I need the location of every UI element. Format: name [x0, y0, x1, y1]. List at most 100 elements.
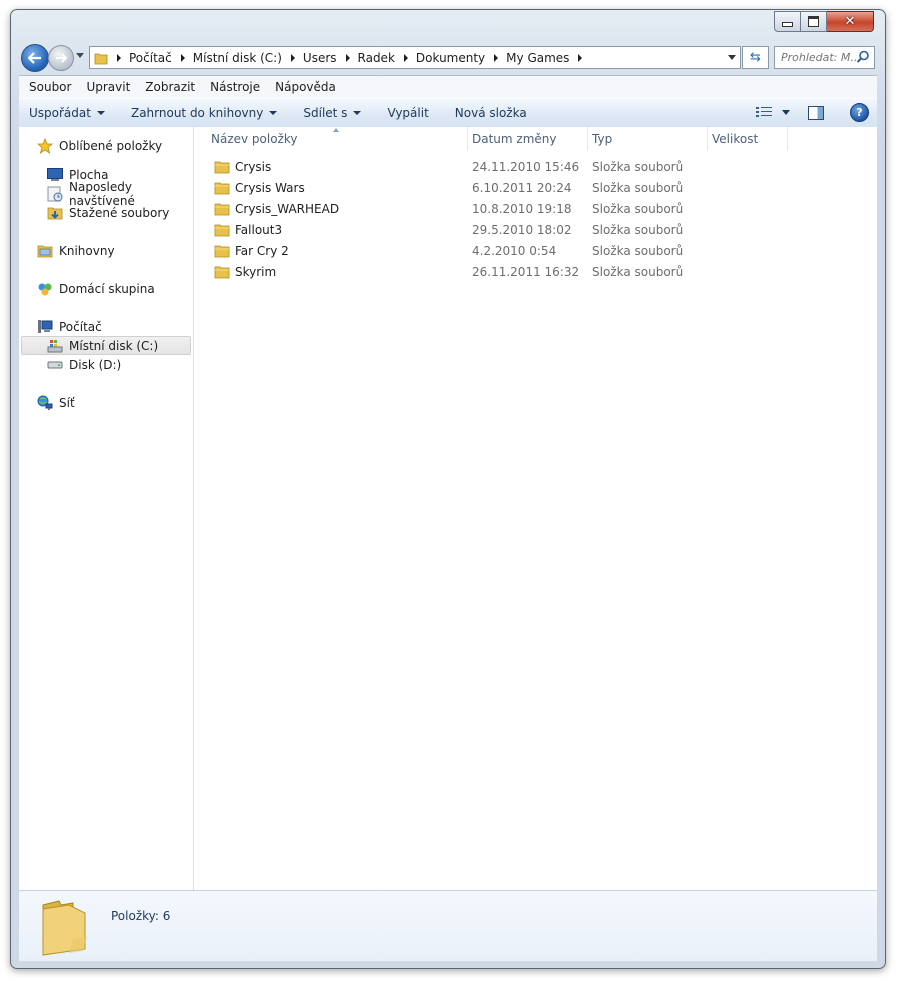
- nav-computer[interactable]: Počítač: [37, 317, 102, 336]
- maximize-icon: [808, 16, 819, 27]
- nav-downloads[interactable]: Stažené soubory: [47, 203, 169, 222]
- table-row[interactable]: Fallout3 29.5.2010 18:02 Složka souborů: [194, 220, 877, 241]
- chevron-down-icon: [353, 111, 362, 115]
- refresh-icon: ⇆: [750, 50, 761, 65]
- breadcrumb-separator-icon[interactable]: [290, 53, 295, 62]
- column-header-size[interactable]: Velikost: [712, 127, 758, 151]
- file-name-cell: Fallout3: [214, 223, 282, 237]
- file-date: 26.11.2011 16:32: [472, 265, 580, 279]
- breadcrumb-separator-icon[interactable]: [180, 53, 185, 62]
- column-divider[interactable]: [707, 127, 708, 151]
- table-row[interactable]: Skyrim 26.11.2011 16:32 Složka souborů: [194, 262, 877, 283]
- chevron-down-icon: [269, 111, 278, 115]
- menu-view[interactable]: Zobrazit: [145, 80, 195, 94]
- nav-recent[interactable]: Naposledy navštívené: [47, 180, 193, 208]
- back-button[interactable]: [21, 44, 49, 72]
- organize-button[interactable]: Uspořádat: [29, 106, 105, 120]
- file-name: Fallout3: [235, 223, 283, 237]
- folder-icon: [94, 53, 108, 64]
- breadcrumb-separator-icon[interactable]: [345, 53, 350, 62]
- column-header-size-label: Velikost: [712, 132, 759, 146]
- column-header-type-label: Typ: [592, 132, 613, 146]
- nav-libraries[interactable]: Knihovny: [37, 241, 115, 260]
- file-type: Složka souborů: [592, 181, 684, 195]
- forward-button[interactable]: [48, 45, 74, 71]
- table-row[interactable]: Crysis_WARHEAD 10.8.2010 19:18 Složka so…: [194, 199, 877, 220]
- nav-network-label: Síť: [59, 395, 75, 410]
- star-icon: [37, 137, 53, 154]
- change-view-button[interactable]: [756, 106, 790, 119]
- maximize-button[interactable]: [801, 11, 827, 32]
- search-box[interactable]: [774, 46, 875, 69]
- column-header-date[interactable]: Datum změny: [472, 127, 557, 151]
- nav-downloads-label: Stažené soubory: [69, 205, 170, 220]
- menu-help[interactable]: Nápověda: [275, 80, 336, 94]
- nav-drive-c[interactable]: Místní disk (C:): [21, 336, 191, 355]
- recent-pages-dropdown[interactable]: [76, 53, 84, 58]
- menu-bar: Soubor Upravit Zobrazit Nástroje Nápověd…: [19, 75, 877, 98]
- column-header-date-label: Datum změny: [472, 132, 557, 146]
- close-button[interactable]: ✕: [827, 11, 874, 32]
- breadcrumb-item-radek[interactable]: Radek: [358, 51, 395, 65]
- share-with-button[interactable]: Sdílet s: [303, 106, 362, 120]
- preview-pane-icon[interactable]: [808, 105, 824, 120]
- chevron-down-icon[interactable]: [782, 110, 790, 115]
- folder-icon: [214, 161, 230, 174]
- nav-drive-d[interactable]: Disk (D:): [47, 355, 121, 374]
- breadcrumb-item-drive-c[interactable]: Místní disk (C:): [193, 51, 282, 65]
- large-folder-icon: [42, 900, 87, 956]
- help-icon[interactable]: ?: [850, 103, 869, 122]
- nav-network[interactable]: Síť: [37, 393, 75, 412]
- burn-button[interactable]: Vypálit: [387, 106, 428, 120]
- table-row[interactable]: Crysis Wars 6.10.2011 20:24 Složka soubo…: [194, 178, 877, 199]
- breadcrumb-separator-icon[interactable]: [578, 53, 583, 62]
- breadcrumb-item-documents[interactable]: Dokumenty: [416, 51, 485, 65]
- new-folder-button[interactable]: Nová složka: [455, 106, 527, 120]
- search-input[interactable]: [775, 50, 861, 65]
- chevron-down-icon: [96, 111, 105, 115]
- item-count: Položky: 6: [111, 909, 171, 923]
- file-date: 24.11.2010 15:46: [472, 160, 580, 174]
- folder-icon: [214, 182, 230, 195]
- table-row[interactable]: Crysis 24.11.2010 15:46 Složka souborů: [194, 157, 877, 178]
- menu-tools[interactable]: Nástroje: [210, 80, 260, 94]
- nav-favorites[interactable]: Oblíbené položky: [37, 136, 162, 155]
- column-divider[interactable]: [467, 127, 468, 151]
- nav-favorites-label: Oblíbené položky: [59, 138, 163, 153]
- file-date: 6.10.2011 20:24: [472, 181, 572, 195]
- caption-buttons: ✕: [774, 11, 878, 32]
- folder-icon: [214, 245, 230, 258]
- minimize-button[interactable]: [774, 11, 801, 32]
- file-type: Složka souborů: [592, 160, 684, 174]
- libraries-icon: [37, 243, 53, 259]
- menu-edit[interactable]: Upravit: [86, 80, 130, 94]
- refresh-button[interactable]: ⇆: [742, 46, 769, 69]
- column-header-name[interactable]: Název položky: [211, 127, 297, 151]
- details-pane: Položky: 6: [19, 890, 877, 961]
- breadcrumb-item-my-games[interactable]: My Games: [506, 51, 569, 65]
- search-icon[interactable]: [856, 50, 870, 64]
- minimize-icon: [782, 22, 793, 27]
- breadcrumb-separator-icon[interactable]: [403, 53, 408, 62]
- file-name: Crysis: [235, 160, 272, 174]
- address-bar[interactable]: Počítač Místní disk (C:) Users Radek Dok…: [89, 46, 741, 69]
- breadcrumb-item-computer[interactable]: Počítač: [129, 51, 172, 65]
- burn-label: Vypálit: [387, 106, 429, 120]
- nav-homegroup[interactable]: Domácí skupina: [37, 279, 155, 298]
- include-in-library-button[interactable]: Zahrnout do knihovny: [131, 106, 278, 120]
- column-header-type[interactable]: Typ: [592, 127, 612, 151]
- breadcrumb-item-users[interactable]: Users: [303, 51, 337, 65]
- folder-icon: [214, 203, 230, 216]
- column-divider[interactable]: [587, 127, 588, 151]
- command-bar: Uspořádat Zahrnout do knihovny Sdílet s …: [19, 98, 877, 128]
- file-name: Far Cry 2: [235, 244, 289, 258]
- column-divider[interactable]: [787, 127, 788, 151]
- address-dropdown-icon[interactable]: [728, 55, 736, 60]
- breadcrumb-separator-icon[interactable]: [494, 53, 499, 62]
- menu-file[interactable]: Soubor: [29, 80, 71, 94]
- drive-icon: [47, 357, 63, 373]
- explorer-window: ✕ Počítač Místní disk (C:) Users Radek D…: [10, 9, 886, 969]
- breadcrumb-separator-icon[interactable]: [117, 53, 121, 62]
- table-row[interactable]: Far Cry 2 4.2.2010 0:54 Složka souborů: [194, 241, 877, 262]
- navigation-pane: Oblíbené položky Plocha Naposledy navští…: [19, 127, 194, 890]
